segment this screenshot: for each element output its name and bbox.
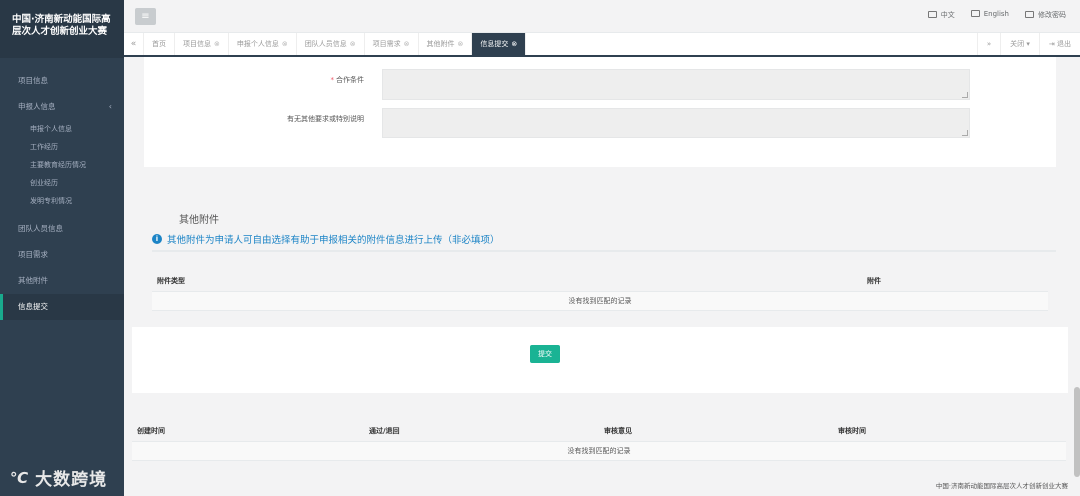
watermark: ℃ 大数跨境 [10,465,108,491]
col-review-time: 审核时间 [838,427,866,435]
sidebar-subitem-personal-info[interactable]: 申报个人信息 [0,120,124,138]
menu-toggle-button[interactable]: ≡ [135,8,156,25]
special-requirements-textarea[interactable] [382,108,970,138]
tab-other-attachments[interactable]: 其他附件 ⊗ [419,33,473,55]
sidebar-subitem-patents[interactable]: 发明专利情况 [0,192,124,210]
sidebar-subitem-education[interactable]: 主要教育经历情况 [0,156,124,174]
tab-label: 项目需求 [372,40,401,48]
sidebar-item-label: 申报人信息 [18,102,56,111]
close-icon[interactable]: ⊗ [282,40,288,48]
sidebar-item-project-needs[interactable]: 项目需求 [0,242,124,268]
keyboard-icon [970,10,980,17]
tab-label: 信息提交 [480,40,509,48]
tab-label: 团队人员信息 [304,40,347,48]
attachments-title: 其他附件 [179,215,219,226]
link-label: 中文 [940,11,955,19]
change-password-link[interactable]: 修改密码 [1025,10,1066,20]
submit-button[interactable]: 提交 [530,345,560,363]
top-bar: ≡ 中文 English 修改密码 [124,0,1080,33]
col-created-time: 创建时间 [137,427,165,435]
link-label: English [983,10,1009,18]
tab-bar: « 首页 项目信息 ⊗ 申报个人信息 ⊗ 团队人员信息 ⊗ 项目需求 ⊗ 其他附件 ⊗ 信… [124,33,1080,57]
tabs: 首页 项目信息 ⊗ 申报个人信息 ⊗ 团队人员信息 ⊗ 项目需求 ⊗ 其他附件 ⊗ 信息提… [144,33,527,55]
col-attachment-file: 附件 [867,277,881,285]
close-icon[interactable]: ⊗ [458,40,464,48]
sidebar-item-team-members[interactable]: 团队人员信息 [0,216,124,242]
tab-bar-right: » 关闭 ▾ ⇥ 退出 [976,33,1080,55]
logout-icon: ⇥ [1048,40,1055,48]
special-requirements-label: 有无其他要求或特别说明 [287,115,364,123]
section-divider [152,250,1056,252]
tab-home[interactable]: 首页 [144,33,175,55]
sidebar-item-applicant-info[interactable]: 申报人信息 ‹ [0,94,124,120]
attachments-empty-row: 没有找到匹配的记录 [152,291,1048,311]
audit-empty-row: 没有找到匹配的记录 [132,441,1066,461]
close-tabs-dropdown[interactable]: 关闭 ▾ [1000,33,1039,55]
cooperation-label: * 合作条件 [244,75,365,85]
col-attachment-type: 附件类型 [157,277,185,285]
close-tabs-label: 关闭 [1010,40,1025,48]
tab-label: 首页 [152,40,166,48]
col-review-comments: 审核意见 [604,427,632,435]
sidebar-nav: 项目信息 申报人信息 ‹ 申报个人信息 工作经历 主要教育经历情况 创业经历 发… [0,58,124,320]
close-icon[interactable]: ⊗ [511,40,517,48]
tabs-scroll-left-button[interactable]: « [124,33,144,55]
info-icon: i [152,234,162,244]
tab-label: 申报个人信息 [236,40,279,48]
sidebar-submenu: 申报个人信息 工作经历 主要教育经历情况 创业经历 发明专利情况 [0,120,124,216]
keyboard-icon [1025,11,1034,18]
page-scrollbar[interactable] [1074,387,1080,477]
sidebar-item-project-info[interactable]: 项目信息 [0,68,124,94]
link-label: 修改密码 [1038,11,1066,19]
attachments-info: i 其他附件为申请人可自由选择有助于申报相关的附件信息进行上传（非必填项） [152,232,500,246]
close-icon[interactable]: ⊗ [214,40,220,48]
logout-button[interactable]: ⇥ 退出 [1038,33,1080,55]
top-links: 中文 English 修改密码 [927,10,1066,20]
tabs-scroll-right-button[interactable]: » [976,33,1000,55]
logout-label: 退出 [1057,40,1071,48]
tab-personal-info[interactable]: 申报个人信息 ⊗ [229,33,297,55]
app-logo-title: 中国·济南新动能国际高层次人才创新创业大赛 [0,0,124,58]
footer-text: 中国·济南新动能国际高层次人才创新创业大赛 [935,482,1068,490]
sidebar-subitem-work-experience[interactable]: 工作经历 [0,138,124,156]
tab-team-members[interactable]: 团队人员信息 ⊗ [297,33,365,55]
chevron-left-icon: ‹ [108,102,112,111]
sidebar-item-submit-info[interactable]: 信息提交 [0,294,124,320]
close-icon[interactable]: ⊗ [350,40,356,48]
sidebar-subitem-startup-experience[interactable]: 创业经历 [0,174,124,192]
close-icon[interactable]: ⊗ [404,40,410,48]
cooperation-textarea[interactable] [382,69,970,100]
required-marker: * [330,76,335,84]
info-text: 其他附件为申请人可自由选择有助于申报相关的附件信息进行上传（非必填项） [167,235,500,246]
label-text: 合作条件 [336,76,364,84]
sidebar: 中国·济南新动能国际高层次人才创新创业大赛 项目信息 申报人信息 ‹ 申报个人信… [0,0,124,496]
tab-submit-info[interactable]: 信息提交 ⊗ [472,33,527,55]
tab-project-needs[interactable]: 项目需求 ⊗ [365,33,419,55]
tab-label: 项目信息 [183,40,211,48]
tab-project-info[interactable]: 项目信息 ⊗ [175,33,229,55]
main-content: * 合作条件 有无其他要求或特别说明 其他附件 i 其他附件为申请人可自由选择有助… [124,57,1080,496]
submit-panel [132,327,1068,393]
lang-chinese-link[interactable]: 中文 [927,10,955,20]
keyboard-icon [927,11,937,18]
lang-english-link[interactable]: English [970,10,1009,20]
watermark-logo-icon: ℃ [10,468,30,487]
tab-label: 其他附件 [426,40,455,48]
sidebar-item-other-attachments[interactable]: 其他附件 [0,268,124,294]
watermark-text: 大数跨境 [35,470,108,490]
col-pass-return: 通过/退回 [369,427,400,435]
